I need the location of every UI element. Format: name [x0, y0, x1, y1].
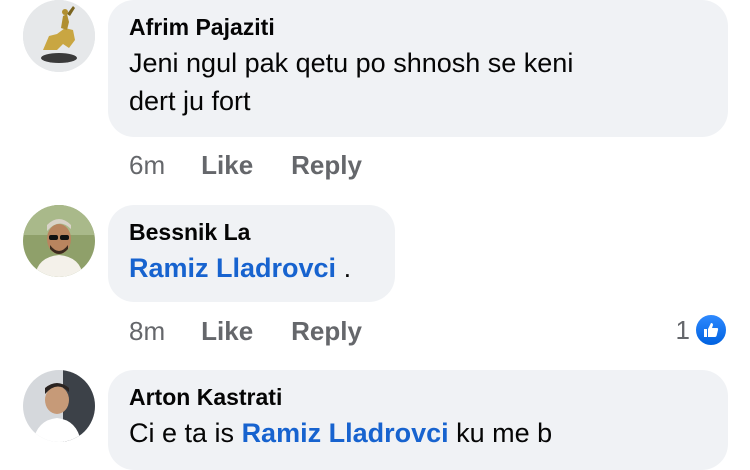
comment-timestamp[interactable]: 8m — [129, 316, 165, 346]
avatar-afrim[interactable] — [23, 0, 95, 72]
comment-author[interactable]: Afrim Pajaziti — [129, 13, 706, 41]
like-button[interactable]: Like — [201, 316, 253, 346]
comment-bubble: Afrim Pajaziti Jeni ngul pak qetu po shn… — [108, 0, 728, 137]
user-photo-icon — [23, 370, 95, 442]
avatar-bessnik[interactable] — [23, 205, 95, 277]
comment-text: Ramiz Lladrovci . — [129, 249, 373, 287]
comment-text: Jeni ngul pak qetu po shnosh se keni der… — [129, 44, 706, 120]
comment-timestamp[interactable]: 6m — [129, 150, 165, 180]
like-button[interactable]: Like — [201, 150, 253, 180]
comment-text-suffix: ku me b — [448, 418, 553, 448]
mention-link[interactable]: Ramiz Lladrovci — [129, 253, 336, 283]
comment-actions: 6m Like Reply — [129, 150, 400, 180]
reply-button[interactable]: Reply — [291, 316, 362, 346]
like-thumb-icon — [694, 313, 728, 347]
user-photo-icon — [23, 205, 95, 277]
comment-text: Ci e ta is Ramiz Lladrovci ku me b — [129, 414, 706, 452]
comment-author[interactable]: Bessnik La — [129, 218, 373, 246]
equestrian-statue-icon — [23, 0, 95, 72]
comment-text-line: Jeni ngul pak qetu po shnosh se keni — [129, 48, 574, 78]
comment-actions: 8m Like Reply — [129, 316, 400, 346]
reply-button[interactable]: Reply — [291, 150, 362, 180]
comment-bubble: Arton Kastrati Ci e ta is Ramiz Lladrovc… — [108, 370, 728, 470]
comment-text-line: dert ju fort — [129, 86, 251, 116]
comment-text-prefix: Ci e ta is — [129, 418, 235, 448]
avatar-arton[interactable] — [23, 370, 95, 442]
comment-author[interactable]: Arton Kastrati — [129, 383, 706, 411]
reaction-count: 1 — [675, 314, 690, 345]
comment-bubble: Bessnik La Ramiz Lladrovci . — [108, 205, 395, 302]
mention-link[interactable]: Ramiz Lladrovci — [242, 418, 449, 448]
comment-text-suffix: . — [336, 253, 352, 283]
reaction-summary[interactable]: 1 — [676, 313, 728, 347]
